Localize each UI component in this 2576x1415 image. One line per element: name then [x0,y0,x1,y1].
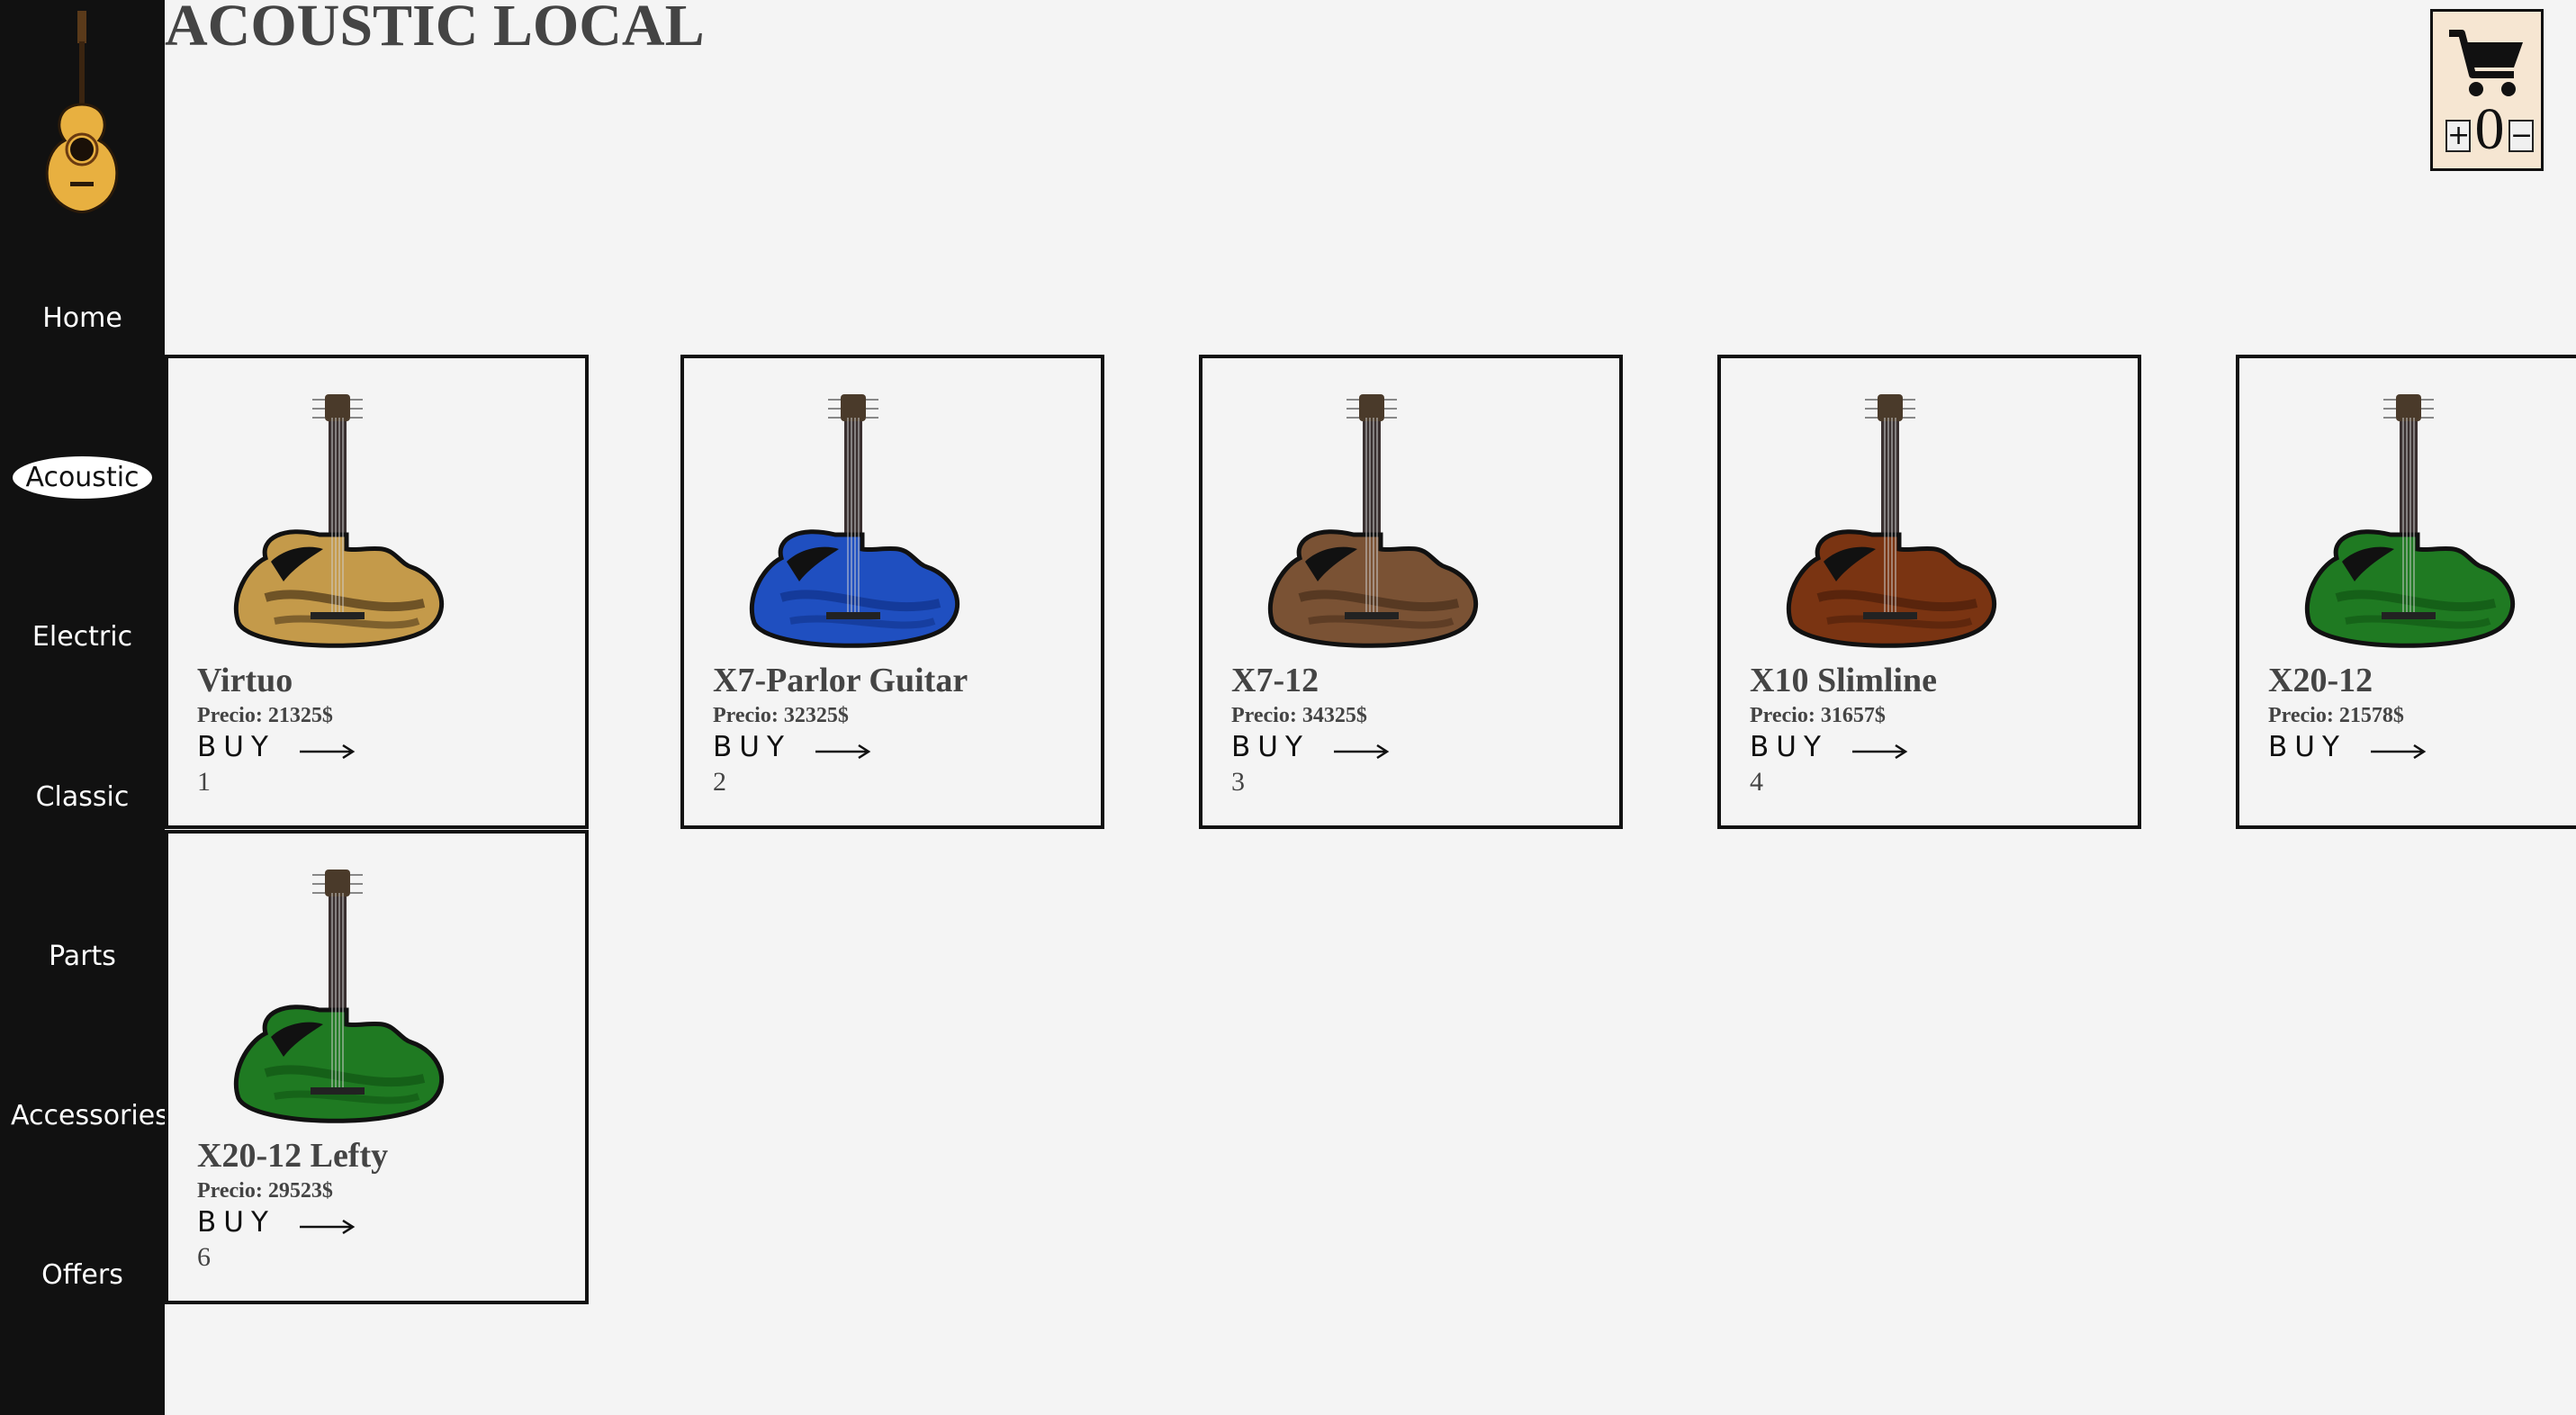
nav-item-home[interactable]: Home [0,301,165,337]
product-name: X20-12 Lefty [197,1137,389,1175]
nav-label: Acoustic [13,456,152,499]
arrow-right-icon[interactable] [815,744,871,759]
nav-label: Accessories [11,1100,169,1131]
arrow-right-icon[interactable] [300,744,356,759]
product-name: X7-12 [1231,662,1320,699]
shopping-cart-icon[interactable] [2445,26,2528,102]
nav-item-electric[interactable]: Electric [0,619,165,655]
cart-count: 0 [2474,96,2505,162]
product-image [2283,391,2535,652]
cart-increment-button[interactable]: + [2445,120,2471,152]
nav-label: Offers [41,1259,123,1291]
product-name: X20-12 [2268,662,2373,699]
product-price: Precio: 29523$ [197,1179,333,1203]
nav-label: Classic [35,781,130,813]
product-id: 3 [1231,767,1245,797]
buy-button[interactable]: BUY [2268,731,2346,763]
product-image [1764,391,2016,652]
nav-label: Parts [49,941,116,972]
sidebar: Home Acoustic Electric Classic Parts Acc… [0,0,169,1415]
page-title: ACOUSTIC LOCAL [165,0,705,59]
product-name: Virtuo [197,662,293,699]
nav-item-offers[interactable]: Offers [0,1257,165,1293]
product-id: 1 [197,767,211,797]
product-name: X7-Parlor Guitar [713,662,968,699]
buy-button[interactable]: BUY [1750,731,1828,763]
product-price: Precio: 21578$ [2268,704,2404,727]
product-image [727,391,979,652]
arrow-right-icon[interactable] [1852,744,1908,759]
cart-decrement-button[interactable]: − [2508,120,2534,152]
product-id: 2 [713,767,726,797]
nav-item-acoustic[interactable]: Acoustic [0,456,165,499]
product-name: X10 Slimline [1750,662,1937,699]
guitar-logo-icon[interactable] [27,5,137,221]
product-price: Precio: 32325$ [713,704,849,727]
product-image [212,391,464,652]
buy-button[interactable]: BUY [1231,731,1310,763]
buy-button[interactable]: BUY [197,731,275,763]
product-price: Precio: 34325$ [1231,704,1367,727]
arrow-right-icon[interactable] [300,1220,356,1234]
product-card[interactable]: Virtuo Precio: 21325$ BUY 1 [165,355,589,829]
product-card[interactable]: X10 Slimline Precio: 31657$ BUY 4 [1717,355,2141,829]
nav-item-parts[interactable]: Parts [0,939,165,975]
product-card[interactable]: X20-12 Precio: 21578$ BUY [2236,355,2576,829]
buy-button[interactable]: BUY [197,1206,275,1239]
buy-button[interactable]: BUY [713,731,791,763]
product-id: 4 [1750,767,1763,797]
nav-item-accessories[interactable]: Accessories [0,1098,169,1134]
product-price: Precio: 31657$ [1750,704,1886,727]
product-image [1246,391,1498,652]
arrow-right-icon[interactable] [2371,744,2427,759]
nav-label: Electric [32,621,133,653]
product-price: Precio: 21325$ [197,704,333,727]
product-id: 6 [197,1242,211,1272]
nav-item-classic[interactable]: Classic [0,780,165,816]
product-card[interactable]: X7-12 Precio: 34325$ BUY 3 [1199,355,1623,829]
product-card[interactable]: X20-12 Lefty Precio: 29523$ BUY 6 [165,830,589,1304]
nav-label: Home [42,302,122,334]
arrow-right-icon[interactable] [1334,744,1390,759]
product-image [212,866,464,1127]
product-card[interactable]: X7-Parlor Guitar Precio: 32325$ BUY 2 [680,355,1104,829]
cart-widget: + 0 − [2430,9,2544,171]
